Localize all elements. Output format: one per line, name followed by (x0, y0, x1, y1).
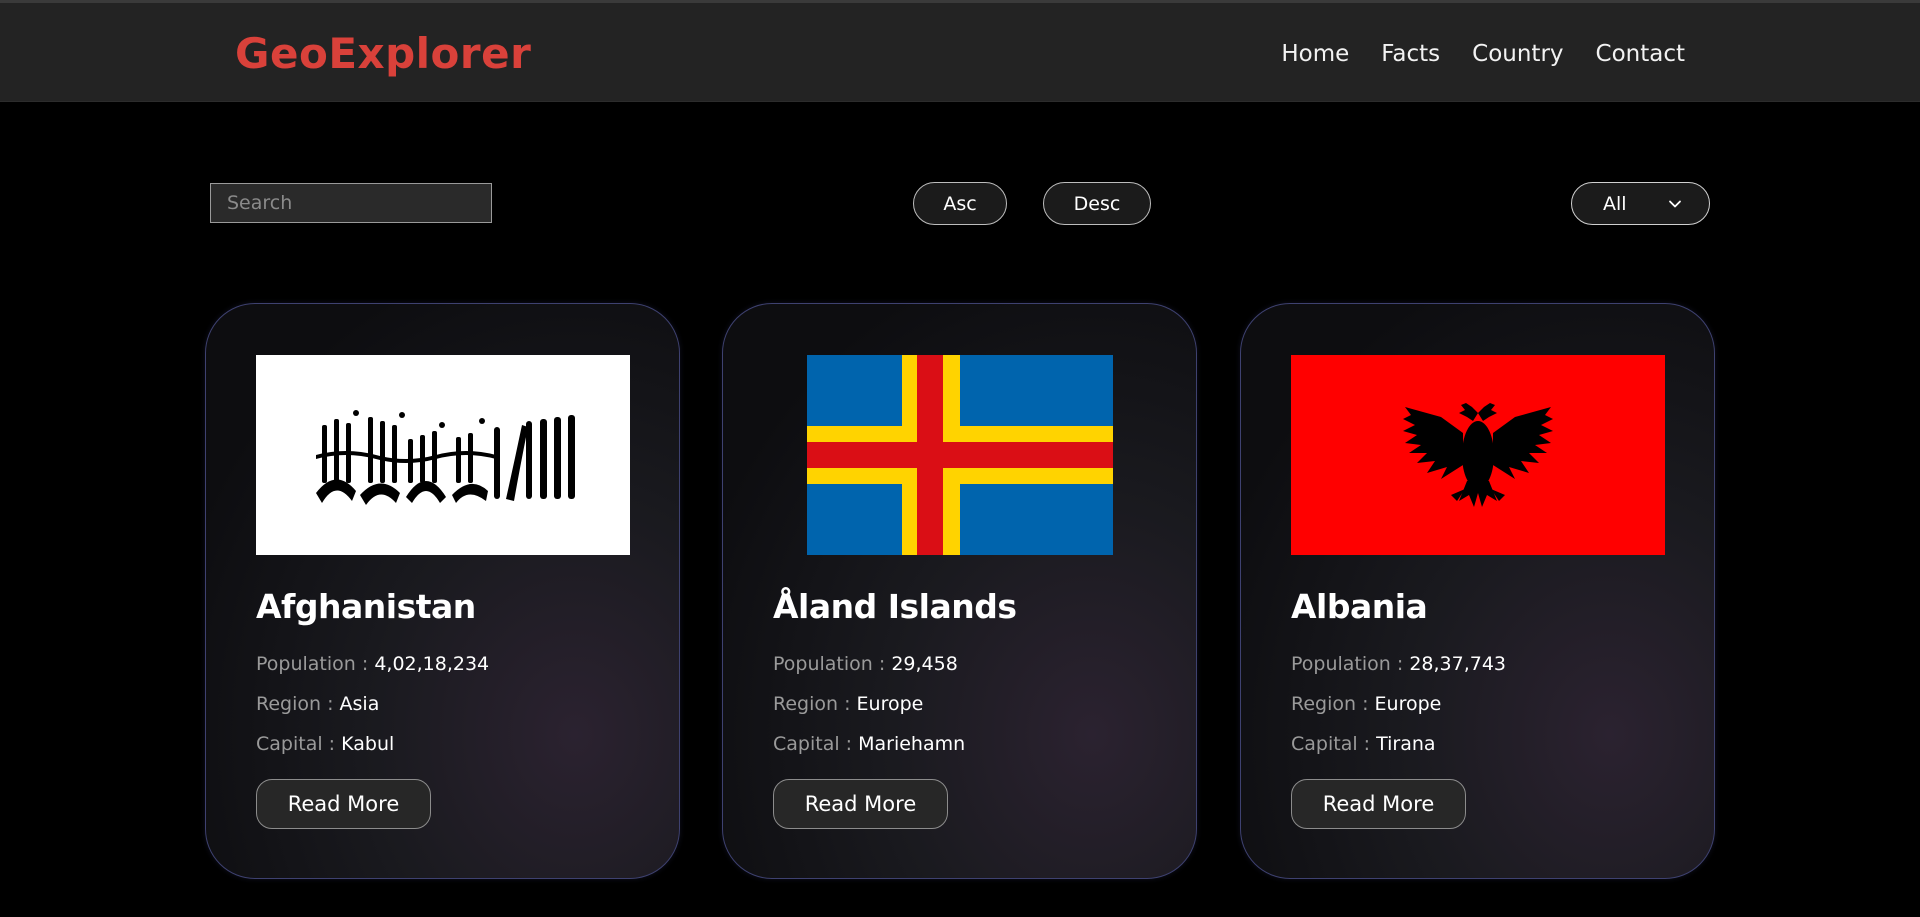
region-value: Europe (856, 693, 924, 715)
aland-islands-flag-icon (807, 355, 1113, 555)
region-label: Region : (1291, 693, 1369, 715)
region-value: Asia (339, 693, 380, 715)
capital-label: Capital : (1291, 733, 1371, 755)
population-label: Population : (773, 653, 886, 675)
population-value: 4,02,18,234 (374, 653, 490, 675)
capital-label: Capital : (773, 733, 853, 755)
population-label: Population : (256, 653, 369, 675)
region-label: Region : (256, 693, 334, 715)
population-row: Population : 28,37,743 (1291, 651, 1506, 677)
read-more-button[interactable]: Read More (256, 779, 431, 829)
flag-image-container (773, 355, 1147, 555)
sort-desc-button[interactable]: Desc (1043, 182, 1151, 225)
population-value: 28,37,743 (1409, 653, 1507, 675)
region-filter-select[interactable]: All (1571, 182, 1710, 225)
population-row: Population : 29,458 (773, 651, 958, 677)
region-row: Region : Europe (773, 691, 923, 717)
country-card-aland-islands: Åland Islands Population : 29,458 Region… (722, 303, 1197, 879)
nav-link-country[interactable]: Country (1472, 39, 1563, 69)
population-label: Population : (1291, 653, 1404, 675)
capital-row: Capital : Tirana (1291, 731, 1436, 757)
population-row: Population : 4,02,18,234 (256, 651, 489, 677)
country-name: Åland Islands (773, 587, 1017, 626)
main-nav: Home Facts Country Contact (1281, 39, 1685, 69)
search-input[interactable] (210, 183, 492, 223)
sort-asc-button[interactable]: Asc (913, 182, 1007, 225)
country-name: Afghanistan (256, 587, 476, 626)
region-row: Region : Europe (1291, 691, 1441, 717)
nav-link-home[interactable]: Home (1281, 39, 1349, 69)
country-card-albania: Albania Population : 28,37,743 Region : … (1240, 303, 1715, 879)
albania-flag-icon (1291, 355, 1665, 555)
nav-link-contact[interactable]: Contact (1596, 39, 1685, 69)
country-card-afghanistan: Afghanistan Population : 4,02,18,234 Reg… (205, 303, 680, 879)
region-filter-value: All (1603, 193, 1627, 215)
nav-link-facts[interactable]: Facts (1381, 39, 1440, 69)
capital-value: Kabul (341, 733, 395, 755)
region-label: Region : (773, 693, 851, 715)
capital-row: Capital : Mariehamn (773, 731, 965, 757)
capital-row: Capital : Kabul (256, 731, 394, 757)
top-navbar: GeoExplorer Home Facts Country Contact (0, 0, 1920, 102)
capital-value: Mariehamn (858, 733, 966, 755)
read-more-button[interactable]: Read More (773, 779, 948, 829)
chevron-down-icon (1669, 200, 1681, 208)
brand-logo[interactable]: GeoExplorer (235, 29, 531, 79)
country-name: Albania (1291, 587, 1428, 626)
region-value: Europe (1374, 693, 1442, 715)
read-more-button[interactable]: Read More (1291, 779, 1466, 829)
afghanistan-flag-icon (256, 355, 630, 555)
region-row: Region : Asia (256, 691, 379, 717)
capital-value: Tirana (1376, 733, 1436, 755)
population-value: 29,458 (891, 653, 958, 675)
flag-image-container (1291, 355, 1665, 555)
capital-label: Capital : (256, 733, 336, 755)
flag-image-container (256, 355, 630, 555)
